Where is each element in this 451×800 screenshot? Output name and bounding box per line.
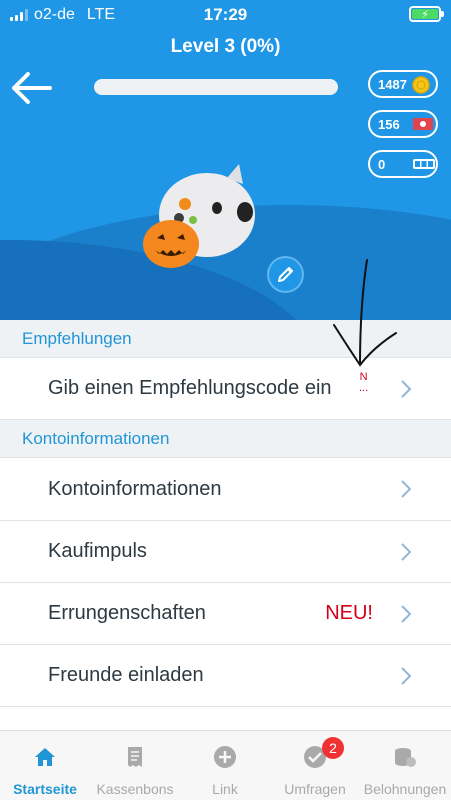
row-partial[interactable] xyxy=(0,707,451,730)
chevron-right-icon xyxy=(401,380,412,398)
battery-icon: ⚡ xyxy=(409,6,444,22)
row-kaufimpuls[interactable]: Kaufimpuls xyxy=(0,521,451,583)
tab-label: Link xyxy=(212,781,238,797)
piggy-mascot-image xyxy=(135,160,265,270)
ticket-icon xyxy=(412,116,433,132)
edit-avatar-button[interactable] xyxy=(267,256,304,293)
coins-balance[interactable]: 1487 xyxy=(368,70,438,98)
tab-label: Umfragen xyxy=(284,781,346,797)
row-label: Gib einen Empfehlungscode ein xyxy=(48,377,332,399)
tab-label: Belohnungen xyxy=(363,781,447,797)
chevron-right-icon xyxy=(401,543,412,561)
tab-link[interactable]: Link xyxy=(180,731,270,800)
level-progress-bar xyxy=(94,79,338,95)
row-freunde-einladen[interactable]: Freunde einladen xyxy=(0,645,451,707)
scratch-cards-value: 0 xyxy=(378,156,386,172)
chevron-right-icon xyxy=(401,605,412,623)
tab-umfragen[interactable]: 2 Umfragen xyxy=(270,731,360,800)
tab-label: Kassenbons xyxy=(96,781,174,797)
tab-label: Startseite xyxy=(13,781,77,797)
coin-icon xyxy=(412,76,430,94)
home-icon xyxy=(33,745,57,769)
section-header-kontoinformationen: Kontoinformationen xyxy=(0,420,451,458)
tickets-value: 156 xyxy=(378,116,400,132)
level-title: Level 3 (0%) xyxy=(170,36,281,57)
notification-badge: 2 xyxy=(322,737,344,759)
coins-value: 1487 xyxy=(378,76,407,92)
plus-circle-icon xyxy=(213,745,237,769)
chevron-right-icon xyxy=(401,480,412,498)
back-arrow-icon[interactable] xyxy=(10,70,54,106)
tab-kassenbons[interactable]: Kassenbons xyxy=(90,731,180,800)
receipt-icon xyxy=(123,745,147,769)
row-label: Errungenschaften xyxy=(48,602,206,624)
row-label: Kaufimpuls xyxy=(48,540,147,562)
tickets-balance[interactable]: 156 xyxy=(368,110,438,138)
scratch-card-icon xyxy=(412,156,435,172)
handwritten-arrow-icon xyxy=(330,255,400,370)
tab-startseite[interactable]: Startseite xyxy=(0,731,90,800)
new-badge: NEU! xyxy=(325,602,373,624)
row-errungenschaften[interactable]: Errungenschaften NEU! xyxy=(0,583,451,645)
row-kontoinformationen[interactable]: Kontoinformationen xyxy=(0,458,451,521)
row-label: Freunde einladen xyxy=(48,664,204,686)
chevron-right-icon xyxy=(401,667,412,685)
status-time: 17:29 xyxy=(203,5,248,24)
tab-belohnungen[interactable]: Belohnungen xyxy=(360,731,450,800)
bottom-tab-bar: Startseite Kassenbons Link 2 Umfragen Be… xyxy=(0,730,451,800)
row-label: Kontoinformationen xyxy=(48,477,222,500)
scratch-cards-balance[interactable]: 0 xyxy=(368,150,438,178)
handwritten-note: N ... xyxy=(359,371,369,394)
coins-stack-icon xyxy=(393,745,417,769)
pencil-icon xyxy=(278,267,293,282)
status-bar: o2-de LTE 17:29 ⚡ xyxy=(0,0,451,30)
